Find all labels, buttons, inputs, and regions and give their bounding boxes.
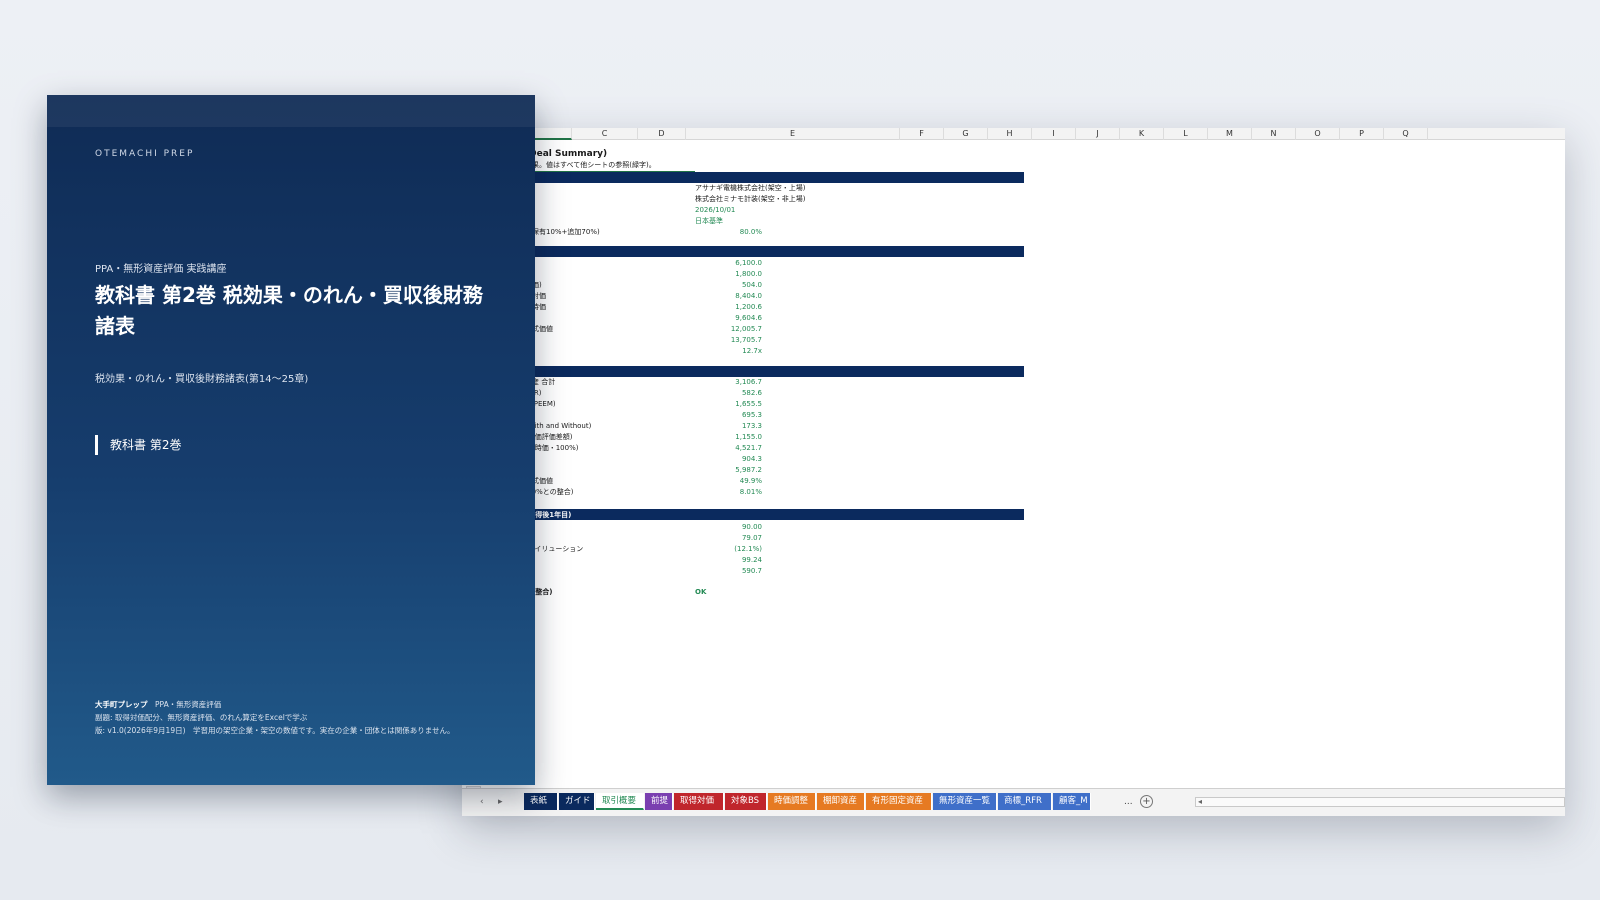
row-value: 90.00	[741, 523, 762, 531]
sheet-note: 結果。値はすべて他シートの参照(緑字)。	[525, 161, 656, 169]
row-value: 582.6	[741, 389, 762, 397]
section-header-band	[522, 509, 1024, 520]
book-cover: OTEMACHI PREP PPA・無形資産評価 実践講座 教科書 第2巻 税効…	[47, 95, 535, 785]
row-value: 80.0%	[739, 228, 762, 236]
row-value: 904.3	[741, 455, 762, 463]
column-header-l[interactable]: L	[1164, 128, 1208, 140]
sheet-tab[interactable]: 表紙	[524, 793, 558, 810]
row-value: アサナギ電機株式会社(架空・上場)	[695, 184, 806, 192]
column-header-i[interactable]: I	[1032, 128, 1076, 140]
tab-scroll-left-icon[interactable]: ‹	[480, 797, 484, 807]
section-header-band	[522, 246, 1024, 257]
section-header-band	[522, 172, 1024, 183]
row-value: 8,404.0	[735, 292, 762, 300]
row-value: 504.0	[741, 281, 762, 289]
cover-top-band	[47, 95, 535, 127]
tab-scroll-right-icon[interactable]: ▸	[498, 797, 503, 807]
publisher-name: 大手町プレップ	[95, 700, 148, 709]
sheet-tab[interactable]: 有形固定資産	[866, 793, 932, 810]
column-header-n[interactable]: N	[1252, 128, 1296, 140]
row-value: 9,604.6	[735, 314, 762, 322]
sheet-tab[interactable]: 時価調整	[768, 793, 816, 810]
footer-line-2: 副題: 取得対価配分、無形資産評価、のれん算定をExcelで学ぶ	[95, 713, 308, 722]
brand-name: OTEMACHI PREP	[95, 149, 195, 159]
column-header-q[interactable]: Q	[1384, 128, 1428, 140]
section-header-band	[522, 366, 1024, 377]
column-header-g[interactable]: G	[944, 128, 988, 140]
column-header-d[interactable]: D	[638, 128, 686, 140]
series-name: PPA・無形資産評価 実践講座	[95, 264, 227, 275]
row-value: 6,100.0	[735, 259, 762, 267]
row-value: 79.07	[741, 534, 762, 542]
horizontal-scrollbar[interactable]: ◂	[1195, 797, 1565, 807]
sheet-tab[interactable]: 前提	[645, 793, 673, 810]
row-value: 1,200.6	[735, 303, 762, 311]
column-header-h[interactable]: H	[988, 128, 1032, 140]
column-header-f[interactable]: F	[900, 128, 944, 140]
scroll-left-icon[interactable]: ◂	[1198, 797, 1202, 806]
publisher-sub: PPA・無形資産評価	[155, 700, 222, 709]
spreadsheet-window: BCDEFGHIJKLMNOPQ (Deal Summary) 結果。値はすべて他…	[462, 128, 1565, 816]
row-value: 5,987.2	[735, 466, 762, 474]
sheet-tab[interactable]: 取得対価	[674, 793, 724, 810]
row-value: 49.9%	[739, 477, 762, 485]
sheet-tab[interactable]: ガイド	[559, 793, 595, 810]
column-header-o[interactable]: O	[1296, 128, 1340, 140]
row-value: 4,521.7	[735, 444, 762, 452]
sheet-tab[interactable]: 顧客_M	[1053, 793, 1091, 810]
row-value: 1,800.0	[735, 270, 762, 278]
row-value: 590.7	[741, 567, 762, 575]
book-title: 教科書 第2巻 税効果・のれん・買収後財務諸表	[95, 283, 483, 338]
footer-line-3: 版: v1.0(2026年9月19日) 学習用の架空企業・架空の数値です。実在の…	[95, 726, 455, 735]
volume-label: 教科書 第2巻	[95, 435, 181, 455]
row-value: 1,155.0	[735, 433, 762, 441]
cover-footer: 大手町プレップ PPA・無形資産評価 副題: 取得対価配分、無形資産評価、のれん…	[95, 698, 455, 737]
sheet-tab[interactable]: 商標_RFR	[998, 793, 1052, 810]
sheet-tab-bar: ‹ ▸ 表紙 ガイド 取引概要 前提 取得対価 対象BS 時価調整 棚卸資産 有形固定資産 無形資…	[462, 788, 1565, 816]
column-header-m[interactable]: M	[1208, 128, 1252, 140]
column-header-bar: BCDEFGHIJKLMNOPQ	[462, 128, 1565, 140]
column-header-k[interactable]: K	[1120, 128, 1164, 140]
sheet-tab[interactable]: 取引概要	[596, 793, 644, 810]
column-header-j[interactable]: J	[1076, 128, 1120, 140]
row-label: 既保有10%+追加70%)	[525, 228, 600, 236]
sheet-grid[interactable]: (Deal Summary) 結果。値はすべて他シートの参照(緑字)。アサナギ電機…	[462, 140, 1565, 788]
sheet-title: (Deal Summary)	[525, 149, 608, 159]
sheet-tab[interactable]: 棚卸資産	[817, 793, 865, 810]
row-value: 株式会社ミナモ計装(架空・非上場)	[695, 195, 806, 203]
sheet-tab[interactable]: 無形資産一覧	[933, 793, 997, 810]
check-value: OK	[695, 588, 707, 596]
row-value: 99.24	[741, 556, 762, 564]
tabs-more[interactable]: ...	[1124, 797, 1133, 807]
row-value: 2026/10/01	[695, 206, 736, 214]
row-value: 1,655.5	[735, 400, 762, 408]
row-value: 173.3	[741, 422, 762, 430]
column-header-c[interactable]: C	[572, 128, 638, 140]
row-value: 13,705.7	[730, 336, 762, 344]
row-value: 12,005.7	[730, 325, 762, 333]
row-value: (12.1%)	[734, 545, 762, 553]
sheet-tab[interactable]: 対象BS	[725, 793, 767, 810]
row-value: 12.7x	[742, 347, 762, 355]
row-value: 日本基準	[695, 217, 723, 225]
book-subtitle: 税効果・のれん・買収後財務諸表(第14〜25章)	[95, 374, 309, 385]
column-header-e[interactable]: E	[686, 128, 900, 140]
add-sheet-icon[interactable]: +	[1140, 795, 1153, 808]
row-value: 3,106.7	[735, 378, 762, 386]
column-header-p[interactable]: P	[1340, 128, 1384, 140]
row-value: 695.3	[741, 411, 762, 419]
row-value: 8.01%	[739, 488, 762, 496]
